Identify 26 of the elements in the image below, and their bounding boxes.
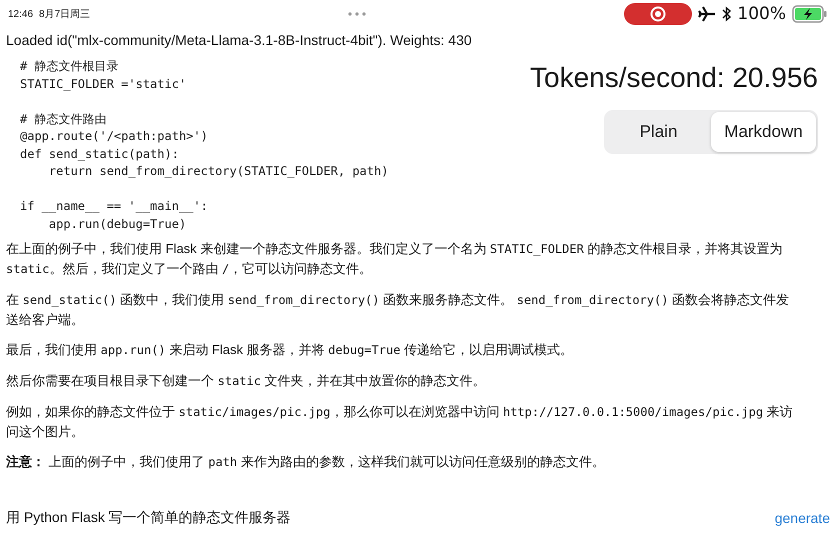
mode-segment[interactable]: Markdown [711, 112, 816, 152]
status-time: 12:46 [8, 8, 34, 20]
status-date: 8月7日周三 [39, 8, 90, 21]
mode-segment[interactable]: Plain [606, 112, 711, 152]
response-paragraph: 例如，如果你的静态文件位于 static/images/pic.jpg，那么你可以在浏览器中访问 http://127.0.0.1:5000/images/pic.jpg 来访问这个图片。 [6, 403, 794, 441]
more-icon [348, 12, 366, 16]
code-line: STATIC_FOLDER ='static' [20, 76, 188, 93]
code-line: return send_from_directory(STATIC_FOLDER, path) [48, 163, 388, 180]
code-line: app.run(debug=True) [48, 216, 188, 233]
battery-percentage: 100% [737, 4, 786, 24]
response-paragraph: 最后，我们使用 app.run() 来启动 Flask 服务器，并将 debug=True 传递给它，以启用调试模式。 [6, 341, 574, 359]
code-line: @app.route('/<path:path>') [20, 128, 209, 145]
response-paragraph: 然后你需要在项目根目录下创建一个 static 文件夹，并在其中放置你的静态文件。 [6, 372, 487, 390]
response-paragraph: 在上面的例子中，我们使用 Flask 来创建一个静态文件服务器。我们定义了一个名为 STATIC_FOLDER 的静态文件根目录，并将其设置为 static。然后，我们定义了一个路由 /，它可以访问静态文件。 [6, 240, 784, 278]
bluetooth-icon [722, 6, 732, 22]
response-paragraph: 在 send_static() 函数中，我们使用 send_from_directory() 函数来服务静态文件。 send_from_directory() 函数会将静态文件发送给客户端。 [6, 291, 790, 329]
prompt-field[interactable]: 用 Python Flask 写一个简单的静态文件服务器 [6, 510, 606, 526]
airplane-icon [698, 6, 716, 22]
model-status: Loaded id("mlx-community/Meta-Llama-3.1-8B-Instruct-4bit"). Weights: 430 [5, 31, 473, 48]
response-paragraph: 注意： 上面的例子中，我们使用了 path 来作为路由的参数，这样我们就可以访问任意级别的静态文件。 [6, 453, 606, 471]
code-line: def send_static(path): [20, 146, 180, 163]
code-line: # 静态文件根目录 [20, 58, 120, 75]
tokens-per-second: Tokens/second: 20.956 [530, 62, 818, 94]
code-line: if __name__ == '__main__': [20, 198, 209, 215]
code-line: # 静态文件路由 [20, 110, 108, 128]
generate-button[interactable]: generate [774, 510, 830, 526]
